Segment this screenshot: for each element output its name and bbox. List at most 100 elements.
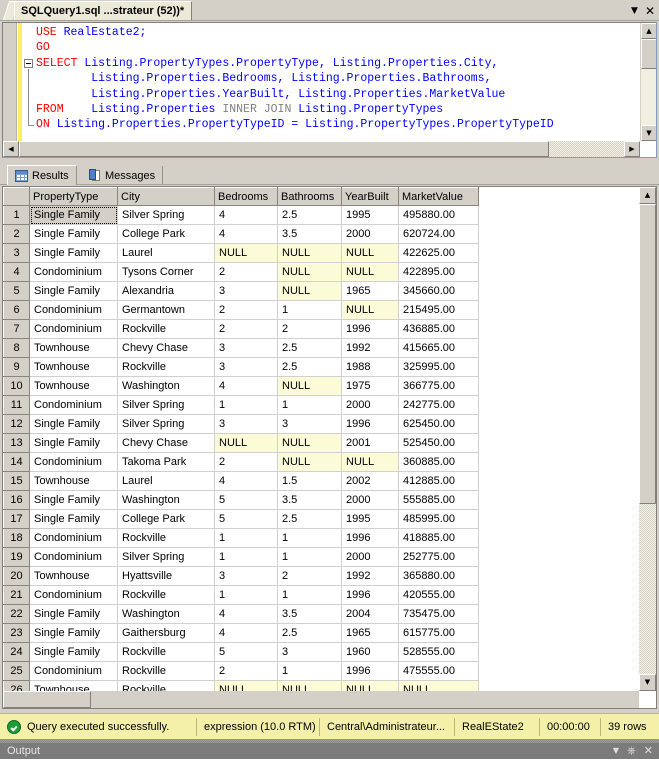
cell-yearbuilt[interactable]: NULL bbox=[341, 300, 399, 320]
cell-city[interactable]: Rockville bbox=[117, 661, 215, 681]
cell-marketvalue[interactable]: 422895.00 bbox=[398, 262, 479, 282]
grid-hscroll-thumb[interactable] bbox=[3, 691, 91, 708]
cell-marketvalue[interactable]: 495880.00 bbox=[398, 205, 479, 225]
cell-marketvalue[interactable]: 555885.00 bbox=[398, 490, 479, 510]
chevron-down-icon[interactable]: ▼ bbox=[613, 744, 619, 757]
row-number-cell[interactable]: 21 bbox=[3, 585, 30, 605]
pin-icon[interactable]: ⎈ bbox=[627, 744, 636, 757]
row-header-corner[interactable] bbox=[3, 187, 30, 206]
grid-vscroll-track[interactable] bbox=[639, 504, 656, 674]
cell-bedrooms[interactable]: 4 bbox=[214, 604, 278, 624]
row-number-cell[interactable]: 6 bbox=[3, 300, 30, 320]
cell-bedrooms[interactable]: 2 bbox=[214, 300, 278, 320]
table-row[interactable]: 4 Condominium Tysons Corner 2 NULL NULL 422895… bbox=[3, 262, 639, 282]
table-row[interactable]: 23 Single Family Gaithersburg 4 2.5 1965 61577… bbox=[3, 623, 639, 643]
editor-hscroll-track[interactable] bbox=[549, 141, 624, 157]
cell-bathrooms[interactable]: 1 bbox=[277, 661, 342, 681]
cell-city[interactable]: Alexandria bbox=[117, 281, 215, 301]
cell-bathrooms[interactable]: 3 bbox=[277, 642, 342, 662]
cell-city[interactable]: Silver Spring bbox=[117, 547, 215, 567]
cell-city[interactable]: Laurel bbox=[117, 243, 215, 263]
cell-bathrooms[interactable]: 1 bbox=[277, 585, 342, 605]
cell-propertytype[interactable]: Single Family bbox=[29, 243, 118, 263]
row-number-cell[interactable]: 12 bbox=[3, 414, 30, 434]
table-row[interactable]: 7 Condominium Rockville 2 2 1996 436885.00 bbox=[3, 319, 639, 339]
cell-bathrooms[interactable]: 2.5 bbox=[277, 205, 342, 225]
cell-city[interactable]: College Park bbox=[117, 224, 215, 244]
table-row[interactable]: 8 Townhouse Chevy Chase 3 2.5 1992 415665.00 bbox=[3, 338, 639, 358]
cell-city[interactable]: Silver Spring bbox=[117, 395, 215, 415]
cell-city[interactable]: Washington bbox=[117, 490, 215, 510]
sql-editor[interactable]: USE RealEstate2; GO SELECT Listing.Propert… bbox=[2, 22, 657, 158]
table-row[interactable]: 15 Townhouse Laurel 4 1.5 2002 412885.00 bbox=[3, 471, 639, 491]
cell-propertytype[interactable]: Single Family bbox=[29, 205, 118, 225]
cell-yearbuilt[interactable]: 1992 bbox=[341, 566, 399, 586]
row-number-cell[interactable]: 14 bbox=[3, 452, 30, 472]
cell-city[interactable]: Takoma Park bbox=[117, 452, 215, 472]
cell-bedrooms[interactable]: 1 bbox=[214, 528, 278, 548]
cell-bedrooms[interactable]: 3 bbox=[214, 281, 278, 301]
cell-propertytype[interactable]: Condominium bbox=[29, 661, 118, 681]
cell-yearbuilt[interactable]: 1992 bbox=[341, 338, 399, 358]
cell-propertytype[interactable]: Single Family bbox=[29, 224, 118, 244]
cell-propertytype[interactable]: Townhouse bbox=[29, 338, 118, 358]
scroll-left-icon[interactable]: ◀ bbox=[3, 141, 19, 157]
cell-propertytype[interactable]: Single Family bbox=[29, 604, 118, 624]
row-number-cell[interactable]: 5 bbox=[3, 281, 30, 301]
cell-marketvalue[interactable]: 242775.00 bbox=[398, 395, 479, 415]
cell-bedrooms[interactable]: NULL bbox=[214, 243, 278, 263]
cell-yearbuilt[interactable]: 2000 bbox=[341, 395, 399, 415]
cell-city[interactable]: Chevy Chase bbox=[117, 433, 215, 453]
table-row[interactable]: 22 Single Family Washington 4 3.5 2004 735475.… bbox=[3, 604, 639, 624]
cell-bedrooms[interactable]: 4 bbox=[214, 376, 278, 396]
cell-yearbuilt[interactable]: 1996 bbox=[341, 528, 399, 548]
cell-propertytype[interactable]: Townhouse bbox=[29, 357, 118, 377]
cell-propertytype[interactable]: Condominium bbox=[29, 395, 118, 415]
cell-marketvalue[interactable]: 625450.00 bbox=[398, 414, 479, 434]
cell-marketvalue[interactable]: 485995.00 bbox=[398, 509, 479, 529]
cell-bathrooms[interactable]: NULL bbox=[277, 281, 342, 301]
cell-city[interactable]: Laurel bbox=[117, 471, 215, 491]
cell-marketvalue[interactable]: 422625.00 bbox=[398, 243, 479, 263]
tab-results[interactable]: Results bbox=[7, 165, 77, 185]
cell-yearbuilt[interactable]: NULL bbox=[341, 262, 399, 282]
cell-propertytype[interactable]: Townhouse bbox=[29, 376, 118, 396]
table-row[interactable]: 12 Single Family Silver Spring 3 3 1996 625450… bbox=[3, 414, 639, 434]
cell-propertytype[interactable]: Single Family bbox=[29, 414, 118, 434]
document-tab-sqlquery1[interactable]: SQLQuery1.sql ...strateur (52))* bbox=[14, 1, 193, 20]
cell-yearbuilt[interactable]: 2000 bbox=[341, 224, 399, 244]
row-number-cell[interactable]: 22 bbox=[3, 604, 30, 624]
cell-bathrooms[interactable]: NULL bbox=[277, 433, 342, 453]
cell-marketvalue[interactable]: 325995.00 bbox=[398, 357, 479, 377]
cell-marketvalue[interactable]: 420555.00 bbox=[398, 585, 479, 605]
cell-yearbuilt[interactable]: 1995 bbox=[341, 509, 399, 529]
cell-yearbuilt[interactable]: 1988 bbox=[341, 357, 399, 377]
row-number-cell[interactable]: 23 bbox=[3, 623, 30, 643]
cell-propertytype[interactable]: Condominium bbox=[29, 262, 118, 282]
row-number-cell[interactable]: 13 bbox=[3, 433, 30, 453]
cell-yearbuilt[interactable]: NULL bbox=[341, 243, 399, 263]
cell-city[interactable]: Washington bbox=[117, 376, 215, 396]
cell-propertytype[interactable]: Condominium bbox=[29, 452, 118, 472]
row-number-cell[interactable]: 4 bbox=[3, 262, 30, 282]
cell-marketvalue[interactable]: 412885.00 bbox=[398, 471, 479, 491]
cell-bedrooms[interactable]: 3 bbox=[214, 566, 278, 586]
grid-vertical-scrollbar[interactable]: ▲ ▼ bbox=[639, 187, 656, 691]
table-row[interactable]: 13 Single Family Chevy Chase NULL NULL 2001 52… bbox=[3, 433, 639, 453]
cell-bathrooms[interactable]: 1 bbox=[277, 300, 342, 320]
cell-bedrooms[interactable]: 2 bbox=[214, 661, 278, 681]
cell-marketvalue[interactable]: 252775.00 bbox=[398, 547, 479, 567]
cell-bathrooms[interactable]: NULL bbox=[277, 262, 342, 282]
cell-bathrooms[interactable]: NULL bbox=[277, 452, 342, 472]
cell-propertytype[interactable]: Single Family bbox=[29, 642, 118, 662]
output-splitter-grip[interactable] bbox=[0, 739, 659, 743]
editor-vscroll-thumb[interactable] bbox=[641, 39, 656, 69]
cell-marketvalue[interactable]: 525450.00 bbox=[398, 433, 479, 453]
cell-bedrooms[interactable]: 3 bbox=[214, 338, 278, 358]
row-number-cell[interactable]: 16 bbox=[3, 490, 30, 510]
cell-propertytype[interactable]: Condominium bbox=[29, 528, 118, 548]
tab-messages[interactable]: Messages bbox=[82, 166, 164, 185]
cell-yearbuilt[interactable]: 1960 bbox=[341, 642, 399, 662]
cell-marketvalue[interactable]: 528555.00 bbox=[398, 642, 479, 662]
cell-bathrooms[interactable]: 2.5 bbox=[277, 623, 342, 643]
